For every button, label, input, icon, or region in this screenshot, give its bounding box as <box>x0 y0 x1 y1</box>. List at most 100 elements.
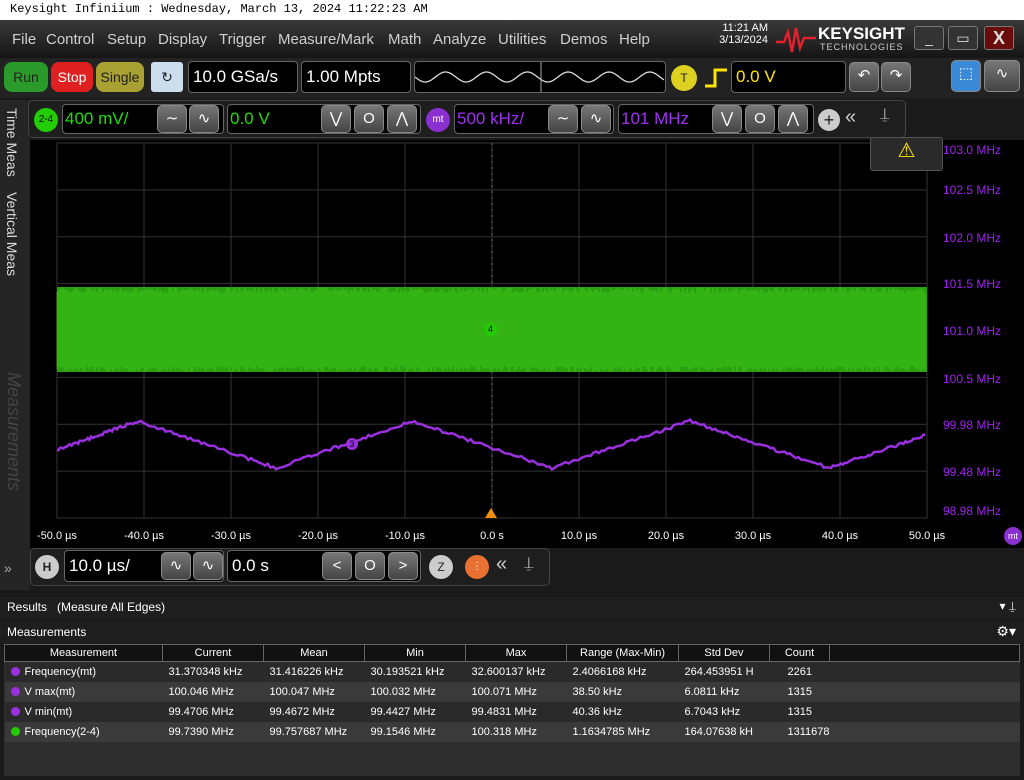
redo-button[interactable]: ↷ <box>881 62 911 92</box>
menu-control[interactable]: Control <box>46 31 94 48</box>
add-channel-icon[interactable]: + <box>818 109 840 131</box>
memory-depth-field[interactable]: 1.00 Mpts <box>301 61 411 93</box>
menu-setup[interactable]: Setup <box>107 31 146 48</box>
maximize-button[interactable]: ▭ <box>948 26 978 50</box>
cell-text: 40.36 kHz <box>573 706 623 718</box>
math-badge[interactable]: mt <box>426 108 450 132</box>
math-offset-zero-button[interactable]: O <box>745 105 775 133</box>
table-row[interactable]: Frequency(mt) 31.370348 kHz 31.416226 kHz 3… <box>5 662 1020 682</box>
measurement-source-dot <box>11 707 20 716</box>
collapse-icon[interactable]: « <box>845 106 856 129</box>
table-cell: 99.4672 MHz <box>264 702 365 722</box>
settings-gear-icon[interactable]: ⚙▾ <box>996 623 1016 640</box>
warning-icon[interactable]: ⚠ <box>870 137 943 171</box>
cell-text: V max(mt) <box>25 686 76 698</box>
trigger-badge[interactable]: T <box>671 65 697 91</box>
col-range[interactable]: Range (Max-Min) <box>567 645 679 662</box>
cell-text: Frequency(2-4) <box>25 726 100 738</box>
undo-button[interactable]: ↶ <box>849 62 879 92</box>
position-zero-button[interactable]: O <box>355 552 385 580</box>
minimize-button[interactable]: _ <box>914 26 944 50</box>
zoom-box-icon[interactable]: ⬚ <box>951 60 981 92</box>
menu-file[interactable]: File <box>12 31 36 48</box>
sample-rate-field[interactable]: 10.0 GSa/s <box>188 61 298 93</box>
table-cell: 2.4066168 kHz <box>567 662 679 682</box>
offset-up-button[interactable]: ⋀ <box>387 105 417 133</box>
col-min[interactable]: Min <box>365 645 466 662</box>
cell-text: 1311678 <box>788 726 830 738</box>
cell-text: 2.4066168 kHz <box>573 666 647 678</box>
x-axis-label: 20.0 µs <box>648 530 684 542</box>
x-axis-label: 10.0 µs <box>561 530 597 542</box>
stop-button[interactable]: Stop <box>51 62 93 92</box>
waveform-display[interactable]: 4 3 ⚠ mt <box>30 140 1024 548</box>
expand-icon[interactable]: » <box>4 560 12 576</box>
coarse-icon[interactable]: ∿ <box>189 105 219 133</box>
math-fine-icon[interactable]: ∼ <box>548 105 578 133</box>
right-axis-label: 99.98 MHz <box>943 418 1001 432</box>
channel-badge[interactable]: 2-4 <box>34 108 58 132</box>
menu-demos[interactable]: Demos <box>560 31 608 48</box>
menu-display[interactable]: Display <box>158 31 207 48</box>
autoscale-icon[interactable]: ↻ <box>151 62 183 92</box>
tab-measurements[interactable]: Measurements <box>3 372 24 491</box>
table-cell: 99.1546 MHz <box>365 722 466 742</box>
single-button[interactable]: Single <box>96 62 144 92</box>
table-cell: 99.4706 MHz <box>163 702 264 722</box>
table-row[interactable]: V max(mt) 100.046 MHz 100.047 MHz 100.032 M… <box>5 682 1020 702</box>
col-count[interactable]: Count <box>770 645 830 662</box>
cell-text: 1.1634785 MHz <box>573 726 651 738</box>
offset-zero-button[interactable]: O <box>354 105 384 133</box>
menu-analyze[interactable]: Analyze <box>433 31 486 48</box>
rising-edge-icon[interactable] <box>701 64 729 92</box>
table-cell: 100.032 MHz <box>365 682 466 702</box>
h-coarse-icon[interactable]: ∿ <box>193 552 223 580</box>
close-button[interactable]: X <box>984 26 1014 50</box>
table-row[interactable]: Frequency(2-4) 99.7390 MHz 99.757687 MHz 99… <box>5 722 1020 742</box>
collapse-icon[interactable]: « <box>496 553 507 576</box>
col-mean[interactable]: Mean <box>264 645 365 662</box>
tab-time-meas[interactable]: Time Meas <box>4 108 20 177</box>
delay-icon[interactable]: ⋮ <box>465 555 489 579</box>
measurement-source-dot <box>11 687 20 696</box>
x-axis-label: -10.0 µs <box>385 530 425 542</box>
position-right-button[interactable]: > <box>388 552 418 580</box>
menu-trigger[interactable]: Trigger <box>219 31 266 48</box>
keysight-logo: KEYSIGHT TECHNOLOGIES <box>776 24 906 54</box>
pin-icon[interactable]: ⍊ <box>524 555 534 573</box>
table-cell: 6.0811 kHz <box>679 682 770 702</box>
math-offset-down-button[interactable]: ⋁ <box>712 105 742 133</box>
h-fine-icon[interactable]: ∿ <box>161 552 191 580</box>
cell-text: 32.600137 kHz <box>472 666 546 678</box>
col-current[interactable]: Current <box>163 645 264 662</box>
cell-text: 99.757687 MHz <box>270 726 348 738</box>
results-pin-icon[interactable]: ▾ ⍊ <box>999 599 1016 614</box>
table-cell: 1311678 <box>770 722 830 742</box>
run-button[interactable]: Run <box>4 62 48 92</box>
position-left-button[interactable]: < <box>322 552 352 580</box>
menu-help[interactable]: Help <box>619 31 650 48</box>
zoom-icon[interactable]: Z <box>429 555 453 579</box>
menu-utilities[interactable]: Utilities <box>498 31 546 48</box>
col-measurement[interactable]: Measurement <box>5 645 163 662</box>
menu-math[interactable]: Math <box>388 31 421 48</box>
menu-measure-mark[interactable]: Measure/Mark <box>278 31 374 48</box>
col-std-dev[interactable]: Std Dev <box>679 645 770 662</box>
pin-icon[interactable]: ⍊ <box>880 106 890 124</box>
table-row[interactable]: V min(mt) 99.4706 MHz 99.4672 MHz 99.4427 M… <box>5 702 1020 722</box>
right-axis-label: 98.98 MHz <box>943 504 1001 518</box>
math-coarse-icon[interactable]: ∿ <box>581 105 611 133</box>
math-offset-up-button[interactable]: ⋀ <box>778 105 808 133</box>
col-max[interactable]: Max <box>466 645 567 662</box>
table-cell: Frequency(mt) <box>5 662 163 682</box>
tab-vertical-meas[interactable]: Vertical Meas <box>4 192 20 276</box>
waveform-overview[interactable] <box>414 61 666 93</box>
table-cell: V max(mt) <box>5 682 163 702</box>
offset-down-button[interactable]: ⋁ <box>321 105 351 133</box>
pan-icon[interactable]: ∿ <box>984 60 1020 92</box>
trigger-level-field[interactable]: 0.0 V <box>731 61 846 93</box>
fine-icon[interactable]: ∼ <box>157 105 187 133</box>
measurement-source-dot <box>11 727 20 736</box>
horizontal-badge[interactable]: H <box>35 555 59 579</box>
table-cell: V min(mt) <box>5 702 163 722</box>
